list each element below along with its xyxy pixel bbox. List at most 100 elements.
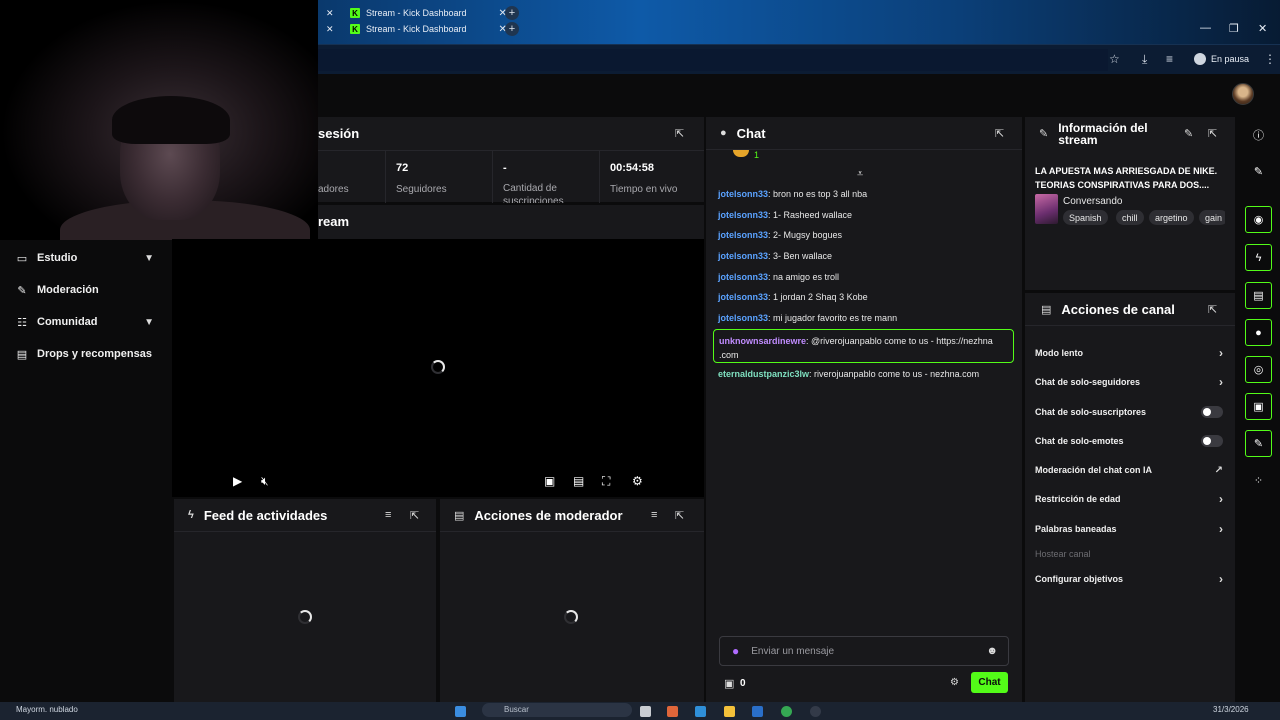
broadcast-icon[interactable]: ◎ <box>1245 356 1272 383</box>
tab-close-partial[interactable]: ✕ <box>326 21 334 37</box>
tag-chip[interactable]: Spanish <box>1063 210 1108 225</box>
app-icon[interactable] <box>667 706 678 717</box>
session-header: sesión <box>318 117 704 150</box>
filter-icon[interactable]: ≡ <box>385 509 391 521</box>
chat-bubble-icon[interactable]: ● <box>1245 319 1272 346</box>
channel-action-label: Chat de solo-seguidores <box>1035 377 1141 387</box>
theater-icon[interactable]: ▤ <box>573 474 584 488</box>
edit-icon[interactable]: ✎ <box>1245 158 1272 185</box>
chat-username[interactable]: jotelsonn33 <box>718 272 768 282</box>
gift-icon[interactable]: ▣ <box>724 677 734 690</box>
lightning-icon[interactable]: ϟ <box>1245 244 1272 271</box>
sidebar-item-moderacion[interactable]: ✎ Moderación <box>0 276 170 304</box>
channel-icon[interactable]: ▣ <box>1245 393 1272 420</box>
user-avatar[interactable] <box>1232 83 1254 105</box>
channel-action-followers-only[interactable]: Chat de solo-seguidores › <box>1035 374 1225 390</box>
tag-chip[interactable]: chill <box>1116 210 1144 225</box>
outlook-icon[interactable] <box>752 706 763 717</box>
app-icon[interactable] <box>810 706 821 717</box>
channel-action-age-restriction[interactable]: Restricción de edad › <box>1035 491 1225 507</box>
start-icon[interactable] <box>455 706 466 717</box>
pip-icon[interactable]: ▣ <box>544 474 555 488</box>
chat-username[interactable]: jotelsonn33 <box>718 292 768 302</box>
maximize-button[interactable]: ❐ <box>1229 22 1239 35</box>
channel-action-label: Moderación del chat con IA <box>1035 465 1153 475</box>
popout-icon[interactable]: ⇱ <box>675 509 684 522</box>
popout-icon[interactable]: ⇱ <box>1208 303 1217 316</box>
tag-chip[interactable]: gain <box>1199 210 1225 225</box>
taskbar-search[interactable]: Buscar <box>482 703 632 717</box>
app-icon[interactable] <box>695 706 706 717</box>
category-name: Conversando <box>1063 196 1123 207</box>
stat-value: 72 <box>396 162 409 174</box>
chat-title: Chat <box>736 125 766 141</box>
close-icon[interactable]: ✕ <box>326 24 334 35</box>
media-queue-icon[interactable]: ≡ <box>1166 52 1173 66</box>
channel-action-label: Chat de solo-suscriptores <box>1035 407 1147 417</box>
chat-username[interactable]: jotelsonn33 <box>718 230 768 240</box>
loading-spinner <box>564 610 578 624</box>
filter-icon[interactable]: ≡ <box>651 509 657 521</box>
tab-close-partial[interactable]: ✕ <box>326 5 334 21</box>
download-icon[interactable]: ⤓ <box>1142 52 1147 67</box>
popout-icon[interactable]: ⇱ <box>1208 127 1217 140</box>
channel-action-ai-moderation[interactable]: Moderación del chat con IA ↗ <box>1035 462 1225 478</box>
popout-icon[interactable]: ⇱ <box>675 127 684 140</box>
video-player[interactable] <box>172 239 704 497</box>
window-close-button[interactable]: ✕ <box>1258 22 1267 35</box>
channel-action-goals[interactable]: Configurar objetivos › <box>1035 571 1225 587</box>
taskview-icon[interactable] <box>640 706 651 717</box>
popout-icon[interactable]: ⇱ <box>995 127 1004 140</box>
fullscreen-icon[interactable]: ⛶ <box>602 474 610 489</box>
bookmark-star-icon[interactable]: ☆ <box>1109 52 1120 66</box>
chat-message-input[interactable]: ● Enviar un mensaje ☻ <box>719 636 1009 666</box>
chat-username[interactable]: unknownsardinewre <box>719 336 806 346</box>
subscribers-only-toggle[interactable] <box>1201 406 1223 418</box>
sidebar-item-drops[interactable]: ▤ Drops y recompensas <box>0 340 170 368</box>
emoji-icon[interactable]: ☻ <box>986 645 998 657</box>
url-field[interactable] <box>318 49 1108 71</box>
stream-title-text: LA APUESTA MAS ARRIESGADA DE NIKE. TEORI… <box>1035 166 1218 190</box>
minimize-button[interactable]: — <box>1200 22 1211 34</box>
close-icon[interactable]: ✕ <box>326 8 334 19</box>
browser-tab[interactable]: K Stream - Kick Dashboard ✕ <box>350 21 507 37</box>
wrench-icon[interactable]: ✎ <box>1245 430 1272 457</box>
mod-actions-title: Acciones de moderador <box>474 507 623 523</box>
tag-chip[interactable]: argetino <box>1149 210 1194 225</box>
clipboard-icon[interactable]: ▤ <box>1245 282 1272 309</box>
new-tab-button[interactable]: + <box>505 22 519 36</box>
scroll-to-bottom-icon[interactable]: ⩡ <box>857 168 863 181</box>
folder-icon[interactable] <box>724 706 735 717</box>
chevron-right-icon: › <box>1219 522 1223 536</box>
popout-icon[interactable]: ⇱ <box>410 509 419 522</box>
chat-username[interactable]: jotelsonn33 <box>718 251 768 261</box>
profile-button[interactable]: En pausa <box>1190 49 1255 69</box>
sidebar-item-comunidad[interactable]: ☷ Comunidad ▼ <box>0 308 170 336</box>
new-tab-button[interactable]: + <box>505 6 519 20</box>
chrome-icon[interactable] <box>781 706 792 717</box>
microphone-icon[interactable]: ● <box>732 644 739 658</box>
chat-message: jotelsonn33: 2- Mugsy bogues <box>718 230 842 240</box>
info-icon[interactable]: ⓘ <box>1245 121 1272 148</box>
camera-icon[interactable]: ◉ <box>1245 206 1272 233</box>
play-icon[interactable]: ▶ <box>233 474 242 488</box>
chat-username[interactable]: jotelsonn33 <box>718 313 768 323</box>
sidebar-item-estudio[interactable]: ▭ Estudio ▼ <box>0 244 170 272</box>
browser-menu-icon[interactable]: ⋮ <box>1264 52 1276 66</box>
send-chat-button[interactable]: Chat <box>971 672 1008 693</box>
browser-tab[interactable]: K Stream - Kick Dashboard ✕ <box>350 5 507 21</box>
weather-widget[interactable]: Mayorm. nublado <box>16 705 78 714</box>
emotes-only-toggle[interactable] <box>1201 435 1223 447</box>
chat-text: : bron no es top 3 all nba <box>768 189 868 199</box>
apps-icon[interactable]: ⁘ <box>1245 467 1272 494</box>
channel-action-slow-mode[interactable]: Modo lento › <box>1035 345 1225 361</box>
chat-username[interactable]: eternaldustpanzic3lw <box>718 369 809 379</box>
chat-username[interactable]: jotelsonn33 <box>718 189 768 199</box>
mute-icon[interactable]: 🔇︎ <box>261 474 269 489</box>
edit-icon[interactable]: ✎ <box>1184 127 1193 140</box>
channel-action-banned-words[interactable]: Palabras baneadas › <box>1035 521 1225 537</box>
chat-settings-icon[interactable]: ⚙ <box>950 677 959 688</box>
chat-username[interactable]: jotelsonn33 <box>718 210 768 220</box>
chat-text: : mi jugador favorito es tre mann <box>768 313 898 323</box>
settings-icon[interactable]: ⚙ <box>632 474 643 488</box>
